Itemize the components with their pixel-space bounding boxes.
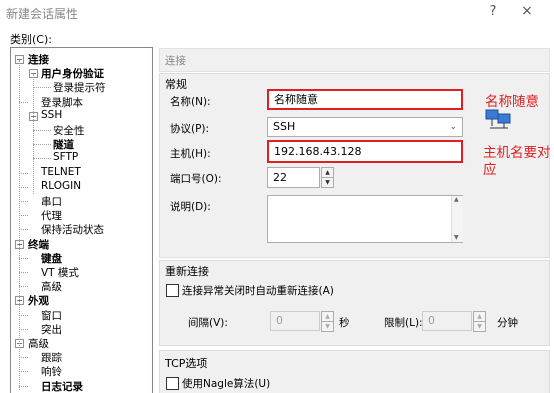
- tree-connector: [19, 215, 28, 217]
- limit-unit: 分钟: [497, 317, 518, 329]
- tree-item[interactable]: 登录提示符: [53, 80, 106, 95]
- tree-connector: [19, 172, 28, 174]
- tree-connector: [19, 229, 28, 231]
- scroll-down-icon[interactable]: ▼: [454, 234, 459, 241]
- host-annotation-line2: 应: [483, 162, 497, 178]
- panel-header: 连接: [159, 48, 550, 72]
- tree-item[interactable]: 键盘: [41, 251, 62, 266]
- tree-item[interactable]: 跟踪: [41, 350, 62, 365]
- tree-item[interactable]: 响铃: [41, 364, 62, 379]
- scroll-up-icon[interactable]: ▲: [454, 196, 459, 203]
- name-field[interactable]: 名称随意: [267, 89, 463, 110]
- port-down-button[interactable]: ▼: [321, 177, 334, 188]
- category-label: 类别(C):: [10, 33, 52, 46]
- tree-item[interactable]: 串口: [41, 194, 62, 209]
- tree-connector: [19, 385, 28, 387]
- tree-item[interactable]: 高级: [41, 279, 62, 294]
- nagle-checkbox[interactable]: [166, 377, 179, 390]
- tree-item[interactable]: 安全性: [53, 123, 85, 138]
- tree-connector: [33, 144, 51, 146]
- reconnect-group: [159, 260, 550, 346]
- interval-label: 间隔(V):: [188, 317, 228, 329]
- port-field[interactable]: 22: [267, 167, 320, 188]
- chevron-down-icon: ⌄: [449, 122, 457, 132]
- tree-connector: [19, 257, 28, 259]
- tcp-group-title: TCP选项: [165, 357, 208, 370]
- interval-down-button[interactable]: ▼: [321, 321, 334, 332]
- tree-item[interactable]: 突出: [41, 322, 62, 337]
- help-button[interactable]: ?: [484, 4, 502, 19]
- title-bar: 新建会话属性 ? ×: [0, 0, 554, 28]
- port-label: 端口号(O):: [170, 173, 222, 185]
- protocol-value: SSH: [273, 120, 296, 133]
- tree-connector: [19, 328, 28, 330]
- tree-item[interactable]: 终端: [28, 237, 49, 252]
- name-label: 名称(N):: [170, 96, 211, 108]
- tree-item[interactable]: 保持活动状态: [41, 222, 104, 237]
- tree-connector: [33, 87, 51, 89]
- auto-reconnect-label[interactable]: 连接异常关闭时自动重新连接(A): [182, 283, 334, 298]
- interval-unit: 秒: [339, 317, 350, 329]
- window-title: 新建会话属性: [6, 7, 79, 21]
- general-group-title: 常规: [165, 78, 187, 91]
- limit-down-button[interactable]: ▼: [473, 321, 486, 332]
- auto-reconnect-checkbox[interactable]: [166, 284, 179, 297]
- host-label: 主机(H):: [170, 148, 211, 160]
- protocol-select[interactable]: SSH ⌄: [267, 117, 463, 137]
- tree-connector: [19, 314, 28, 316]
- tree-item[interactable]: RLOGIN: [41, 180, 81, 192]
- tree-connector: [19, 101, 28, 103]
- tree-connector: [19, 60, 20, 390]
- nagle-label[interactable]: 使用Nagle算法(U): [182, 376, 270, 391]
- close-button[interactable]: ×: [518, 3, 536, 19]
- panel-header-title: 连接: [165, 55, 186, 67]
- tree-item[interactable]: 用户身份验证: [41, 66, 104, 81]
- tree-connector: [33, 158, 51, 160]
- limit-field[interactable]: 0: [422, 311, 472, 331]
- network-computer-icon: [484, 104, 514, 134]
- tree-item[interactable]: 隧道: [53, 137, 74, 152]
- description-label: 说明(D):: [170, 201, 211, 213]
- protocol-label: 协议(P):: [170, 123, 210, 135]
- tree-connector: [19, 186, 28, 188]
- interval-field[interactable]: 0: [270, 311, 320, 331]
- tree-item[interactable]: VT 模式: [41, 265, 79, 280]
- category-tree[interactable]: − 连接 − 用户身份验证 登录提示符 登录脚本 − SSH 安全性 隧道 SFTP TELNET RL…: [10, 47, 153, 393]
- tree-connector: [19, 357, 28, 359]
- tree-item[interactable]: SFTP: [53, 151, 78, 163]
- host-field[interactable]: 192.168.43.128: [267, 140, 463, 163]
- tree-connector: [19, 272, 28, 273]
- tree-item[interactable]: 外观: [28, 293, 49, 308]
- tree-connector: [33, 130, 51, 131]
- tree-item[interactable]: 代理: [41, 208, 62, 223]
- tree-connector: [19, 371, 28, 373]
- tree-item[interactable]: TELNET: [41, 166, 81, 178]
- limit-label: 限制(L):: [384, 317, 423, 329]
- tree-item[interactable]: 高级: [28, 336, 49, 351]
- tree-item[interactable]: 日志记录: [41, 379, 83, 393]
- tree-connector: [33, 74, 34, 194]
- tree-item[interactable]: 登录脚本: [41, 95, 83, 110]
- description-scrollbar[interactable]: ▲ ▼: [451, 196, 463, 242]
- description-textarea[interactable]: [267, 195, 463, 243]
- tree-connector: [19, 201, 28, 202]
- tree-item[interactable]: 连接: [28, 52, 49, 67]
- tree-item[interactable]: 窗口: [41, 308, 62, 323]
- tree-item[interactable]: SSH: [41, 109, 62, 121]
- reconnect-group-title: 重新连接: [165, 265, 209, 278]
- tree-connector: [19, 286, 28, 288]
